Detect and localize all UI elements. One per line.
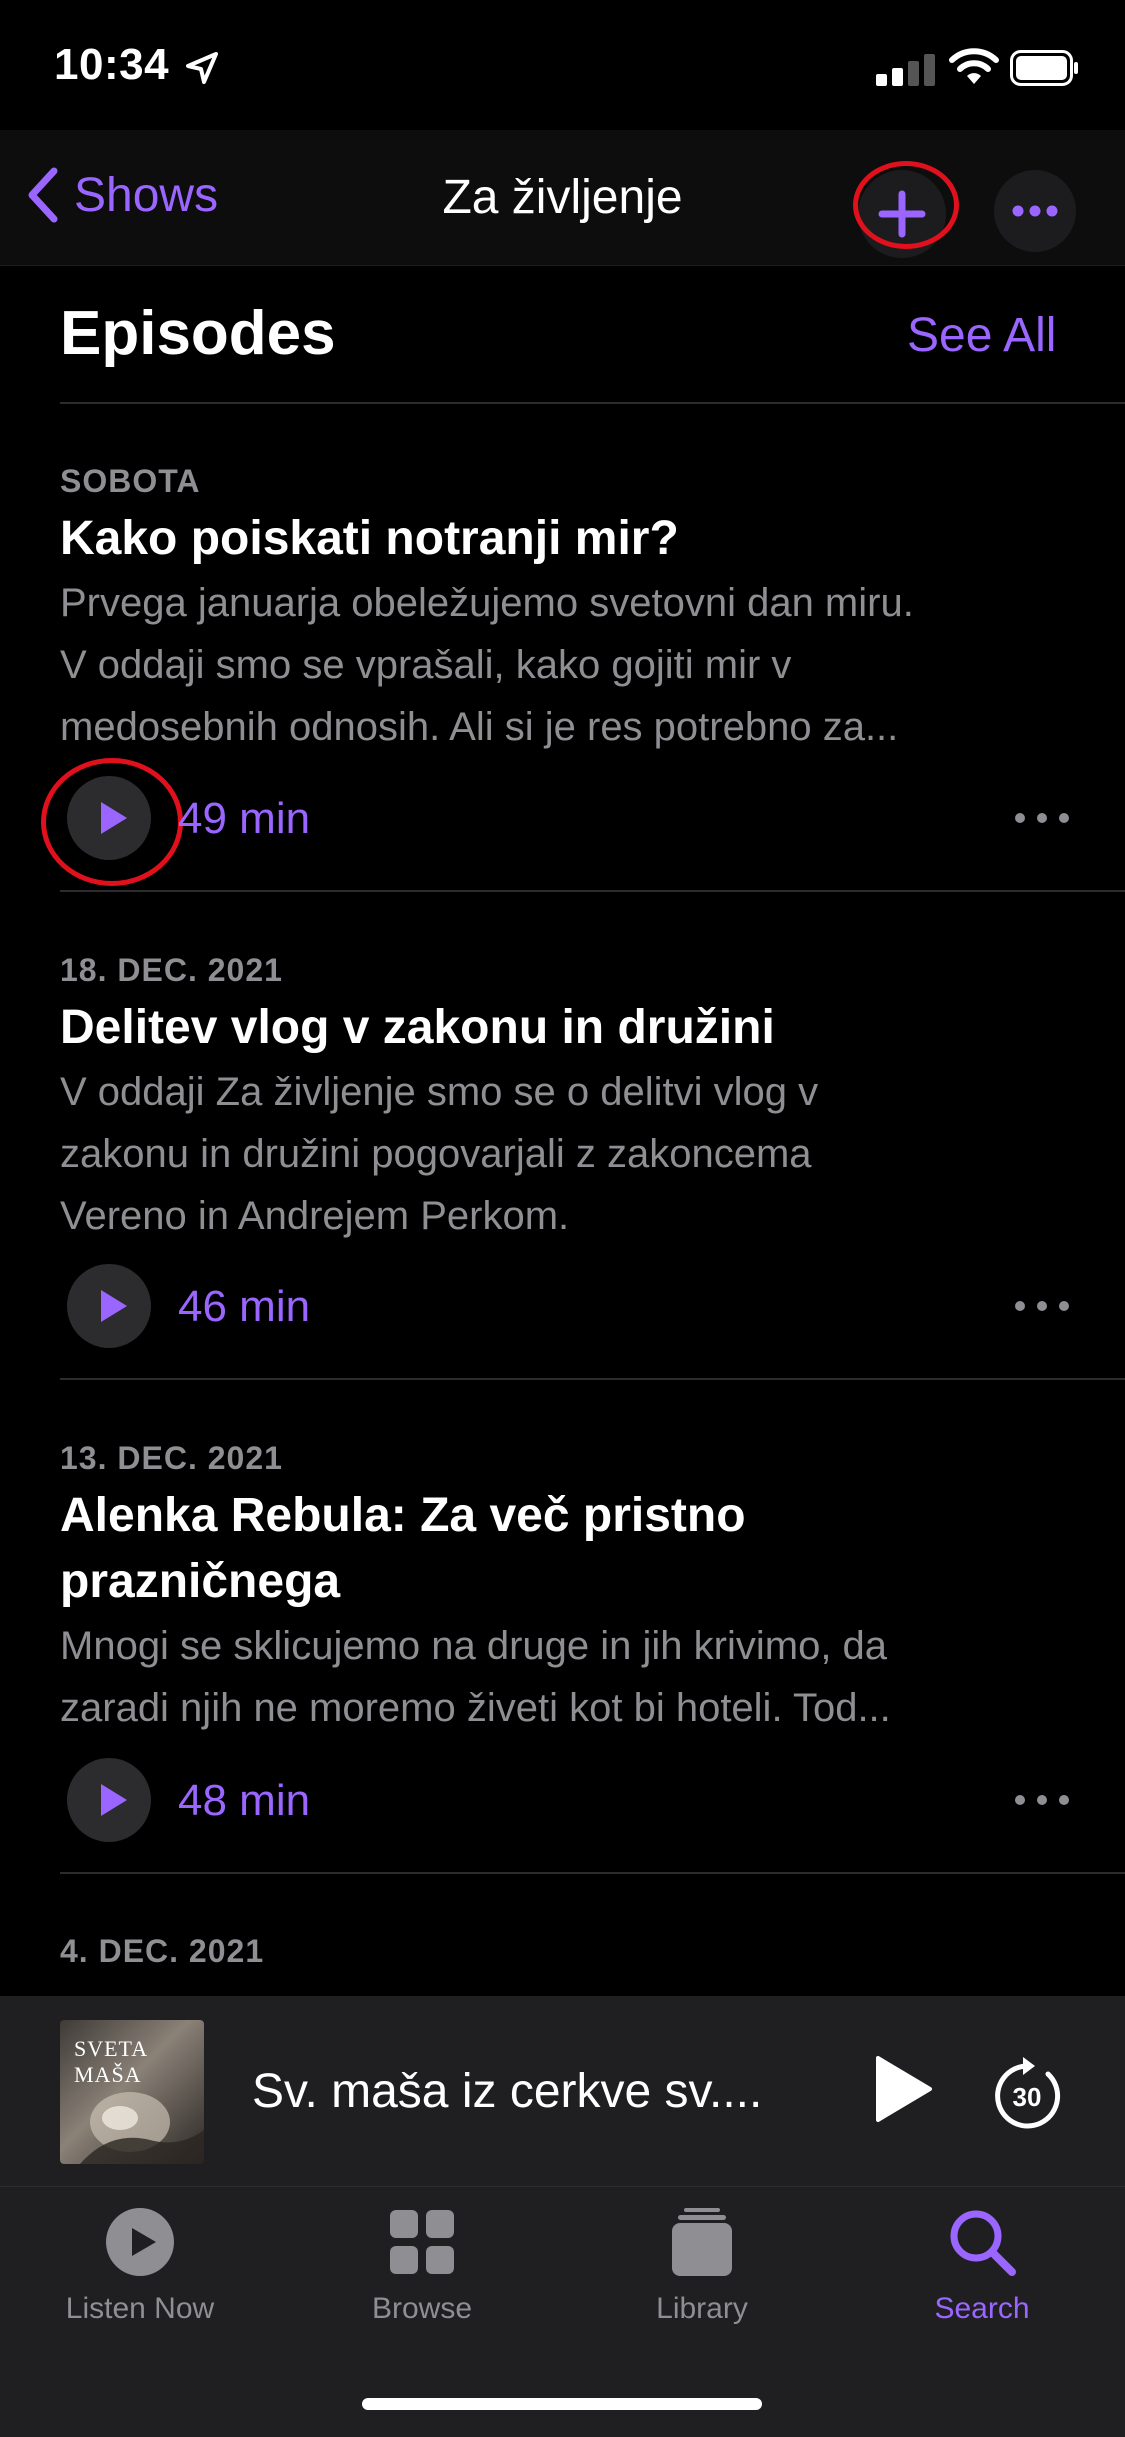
skip-label: 30	[1013, 2082, 1042, 2112]
wifi-icon	[949, 48, 999, 84]
episode-description: Prvega januarja obeležujemo svetovni dan…	[60, 581, 914, 749]
episode-title: Delitev vlog v zakonu in družini	[60, 1001, 775, 1054]
status-time: 10:34	[54, 40, 170, 89]
tab-label: Browse	[371, 2292, 473, 2325]
divider	[60, 1872, 1125, 1874]
skip-forward-30-icon[interactable]: 30	[990, 2054, 1064, 2130]
episode-date: 4. DEC. 2021	[60, 1933, 265, 1969]
tab-label: Search	[934, 2292, 1030, 2325]
divider	[60, 1378, 1125, 1380]
episode-duration: 48 min	[178, 1776, 311, 1825]
episode-item[interactable]: 13. DEC. 2021 Alenka Rebula: Za več pris…	[60, 1440, 1070, 1739]
section-title: Episodes	[60, 299, 336, 368]
podcast-artwork: SVETA MAŠA	[60, 2020, 204, 2164]
see-all-link[interactable]: See All	[907, 308, 1056, 363]
highlight-ring	[41, 758, 183, 886]
back-button[interactable]: Shows	[24, 166, 218, 224]
play-icon	[101, 1784, 127, 1816]
tab-label: Listen Now	[65, 2292, 215, 2325]
episode-item[interactable]: 18. DEC. 2021 Delitev vlog v zakonu in d…	[60, 952, 1070, 1247]
play-circle-icon	[106, 2208, 174, 2276]
ellipsis-icon[interactable]	[1012, 808, 1072, 828]
grid-icon	[390, 2210, 454, 2274]
tab-search[interactable]: Search	[862, 2206, 1102, 2326]
ellipsis-icon[interactable]	[1012, 1296, 1072, 1316]
episode-date: 18. DEC. 2021	[60, 952, 283, 988]
tab-listen-now[interactable]: Listen Now	[20, 2206, 260, 2326]
more-options-button[interactable]	[994, 170, 1076, 252]
chevron-left-icon	[28, 167, 58, 223]
cellular-signal-icon	[876, 52, 936, 86]
play-icon	[101, 1290, 127, 1322]
highlight-ring	[853, 161, 959, 249]
episode-description: V oddaji Za življenje smo se o delitvi v…	[60, 1070, 819, 1238]
play-icon[interactable]	[870, 2054, 934, 2124]
divider	[60, 402, 1125, 404]
episode-date: 13. DEC. 2021	[60, 1440, 283, 1476]
episode-item[interactable]: 4. DEC. 2021	[60, 1933, 1070, 1970]
back-button-label: Shows	[74, 168, 219, 222]
ellipsis-icon[interactable]	[1012, 1790, 1072, 1810]
play-button[interactable]	[67, 1758, 151, 1842]
location-arrow-icon	[186, 52, 218, 84]
divider	[60, 890, 1125, 892]
episode-date: SOBOTA	[60, 463, 201, 499]
episode-duration: 49 min	[178, 794, 311, 843]
episode-description: Mnogi se sklicujemo na druge in jih kriv…	[60, 1624, 891, 1730]
episode-duration: 46 min	[178, 1282, 311, 1331]
play-button[interactable]	[67, 1264, 151, 1348]
episode-item[interactable]: SOBOTA Kako poiskati notranji mir? Prveg…	[60, 463, 1070, 758]
tab-label: Library	[656, 2292, 748, 2325]
magnifier-icon	[950, 2210, 1016, 2276]
ellipsis-icon	[1012, 205, 1058, 217]
episode-title: Kako poiskati notranji mir?	[60, 512, 679, 565]
episode-title: Alenka Rebula: Za več pristno prazničneg…	[60, 1489, 746, 1608]
tab-library[interactable]: Library	[582, 2206, 822, 2326]
battery-icon	[1010, 50, 1078, 86]
home-indicator[interactable]	[362, 2398, 762, 2410]
now-playing-title[interactable]: Sv. maša iz cerkve sv....	[252, 2064, 762, 2119]
tab-browse[interactable]: Browse	[302, 2206, 542, 2326]
stack-icon	[672, 2208, 732, 2276]
